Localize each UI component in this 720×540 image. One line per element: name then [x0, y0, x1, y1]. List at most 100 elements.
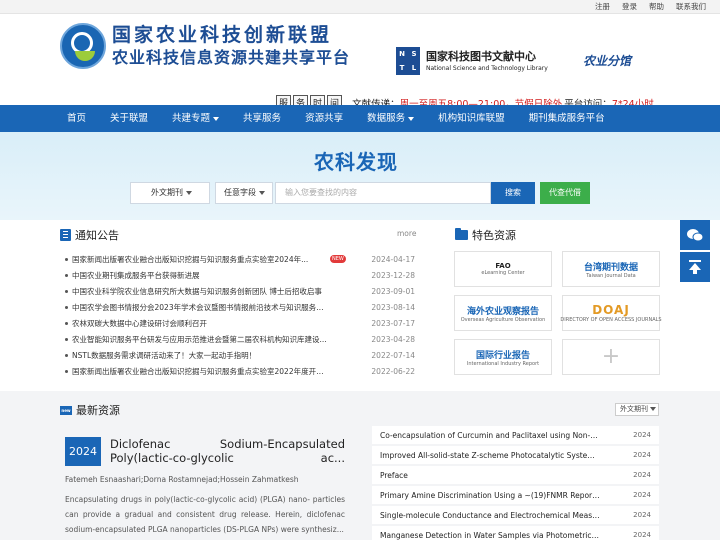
nav-label: 共建专题: [172, 113, 211, 124]
notice-text[interactable]: 国家新闻出版署农业融合出版知识挖掘与知识服务重点实验室2022年度开放...: [72, 366, 327, 377]
paper-title[interactable]: Manganese Detection in Water Samples via…: [380, 531, 600, 540]
contact-link[interactable]: 联系我们: [676, 0, 706, 13]
site-title-line2: 农业科技信息资源共建共享平台: [112, 48, 351, 67]
card-sub: DIRECTORY OF OPEN ACCESS JOURNALS: [560, 317, 662, 323]
paper-year: 2024: [633, 451, 651, 459]
chevron-down-icon: [650, 407, 656, 411]
card-sub: eLearning Center: [481, 270, 525, 276]
paper-title[interactable]: Single-molecule Conductance and Electroc…: [380, 511, 600, 520]
notice-date: 2022-06-22: [371, 366, 415, 376]
alliance-logo-icon[interactable]: [60, 23, 106, 69]
paper-year: 2024: [633, 471, 651, 479]
nav-home[interactable]: 首页: [0, 105, 98, 132]
feature-section-title: 特色资源: [455, 227, 516, 243]
list-item[interactable]: 农林双碳大数据中心建设研讨会顺利召开 2023-07-17: [65, 315, 415, 331]
taiwan-journal-card[interactable]: 台湾期刊数据 Taiwan Journal Data: [562, 251, 660, 287]
fao-card[interactable]: FAO eLearning Center: [454, 251, 552, 287]
nav-topics[interactable]: 共建专题: [160, 105, 231, 132]
notice-text[interactable]: 农林双碳大数据中心建设研讨会顺利召开: [72, 318, 327, 329]
type-select[interactable]: 外文期刊: [130, 182, 210, 204]
nav-repository[interactable]: 机构知识库联盟: [426, 105, 517, 132]
notice-text[interactable]: NSTL数据服务需求调研活动来了！大家一起动手指明！: [72, 350, 327, 361]
paper-title[interactable]: Improved All-solid-state Z-scheme Photoc…: [380, 451, 600, 460]
paper-title[interactable]: Co-encapsulation of Curcumin and Paclita…: [380, 431, 600, 440]
folder-icon: [455, 228, 468, 240]
nav-data-service[interactable]: 数据服务: [355, 105, 426, 132]
nav-journal-platform[interactable]: 期刊集成服务平台: [517, 105, 617, 132]
list-item[interactable]: Single-molecule Conductance and Electroc…: [372, 506, 659, 524]
notice-text[interactable]: 中国农业科学院农业信息研究所大数据与知识服务创新团队 博士后招收启事: [72, 286, 327, 297]
nstl-branch: 农业分馆: [583, 54, 632, 68]
notice-text[interactable]: 国家新闻出版署农业融合出版知识挖掘与知识服务重点实验室2024年...: [72, 254, 327, 265]
list-item[interactable]: Manganese Detection in Water Samples via…: [372, 526, 659, 540]
floating-panel: [680, 220, 710, 284]
list-item[interactable]: NSTL数据服务需求调研活动来了！大家一起动手指明！ 2022-07-14: [65, 347, 415, 363]
list-item[interactable]: 中国农业期刊集成服务平台获得新进展 2023-12-28: [65, 267, 415, 283]
wechat-icon[interactable]: [680, 220, 710, 250]
register-link[interactable]: 注册: [595, 0, 610, 13]
site-title-line1: 国家农业科技创新联盟: [112, 24, 333, 46]
main-nav: 首页 关于联盟 共建专题 共享服务 资源共享 数据服务 机构知识库联盟 期刊集成…: [0, 105, 720, 132]
list-item[interactable]: Preface 2024: [372, 466, 659, 484]
latest-section-title: new 最新资源: [60, 402, 120, 418]
notice-more-link[interactable]: more: [397, 229, 416, 238]
list-item[interactable]: 中国农学会图书情报分会2023年学术会议暨图书情报前沿技术与知识服务研... 20…: [65, 299, 415, 315]
nav-label: 关于联盟: [110, 113, 149, 124]
latest-list: Co-encapsulation of Curcumin and Paclita…: [372, 426, 659, 540]
list-item[interactable]: 中国农业科学院农业信息研究所大数据与知识服务创新团队 博士后招收启事 2023-0…: [65, 283, 415, 299]
filter-value: 外文期刊: [620, 405, 648, 413]
card-sub: Overseas Agriculture Observation: [460, 316, 546, 323]
list-item[interactable]: Improved All-solid-state Z-scheme Photoc…: [372, 446, 659, 464]
paper-title[interactable]: Primary Amine Discrimination Using a ~(1…: [380, 491, 600, 500]
list-item[interactable]: 国家新闻出版署农业融合出版知识挖掘与知识服务重点实验室2024年... NEW 20…: [65, 251, 415, 267]
featured-authors: Fatemeh Esnaashari;Dorna Rostamnejad;Hos…: [65, 475, 299, 484]
notice-list: 国家新闻出版署农业融合出版知识挖掘与知识服务重点实验室2024年... NEW 20…: [65, 251, 415, 379]
chevron-down-icon: [213, 116, 220, 121]
doaj-card[interactable]: DOAJ DIRECTORY OF OPEN ACCESS JOURNALS: [560, 295, 662, 331]
featured-year: 2024: [65, 437, 101, 466]
search-input[interactable]: 输入您要查找的内容: [275, 182, 491, 204]
list-item[interactable]: 国家新闻出版署农业融合出版知识挖掘与知识服务重点实验室2022年度开放... 20…: [65, 363, 415, 379]
list-item[interactable]: Primary Amine Discrimination Using a ~(1…: [372, 486, 659, 504]
field-select[interactable]: 任意字段: [215, 182, 273, 204]
back-to-top-icon[interactable]: [680, 252, 710, 282]
featured-title[interactable]: Diclofenac Sodium-Encapsulated Poly(lact…: [110, 437, 345, 465]
chevron-down-icon: [186, 190, 192, 195]
order-button[interactable]: 代查代借: [540, 182, 590, 204]
notice-date: 2023-12-28: [371, 270, 415, 280]
search-brand: 农科发现: [314, 150, 398, 174]
notice-text[interactable]: 中国农业期刊集成服务平台获得新进展: [72, 270, 327, 281]
help-link[interactable]: 帮助: [649, 0, 664, 13]
latest-title-text: 最新资源: [76, 404, 120, 417]
industry-report-card[interactable]: 国际行业报告 International Industry Report: [454, 339, 552, 375]
notice-date: 2023-07-17: [371, 318, 415, 328]
nav-label: 共享服务: [243, 113, 282, 124]
chevron-down-icon: [408, 116, 415, 121]
notice-date: 2023-09-01: [371, 286, 415, 296]
new-badge: NEW: [330, 255, 346, 263]
login-link[interactable]: 登录: [622, 0, 637, 13]
search-button[interactable]: 搜索: [491, 182, 535, 204]
nav-share-service[interactable]: 共享服务: [231, 105, 293, 132]
nstl-logo-icon[interactable]: N S T L: [396, 47, 420, 75]
nav-about[interactable]: 关于联盟: [98, 105, 160, 132]
paper-title[interactable]: Preface: [380, 471, 600, 480]
latest-filter-select[interactable]: 外文期刊: [615, 403, 659, 416]
paper-year: 2024: [633, 531, 651, 539]
type-select-value: 外文期刊: [151, 188, 183, 197]
notice-title-text: 通知公告: [75, 229, 119, 242]
nav-resource-share[interactable]: 资源共享: [293, 105, 355, 132]
card-main: 海外农业观察报告: [466, 306, 539, 317]
notice-text[interactable]: 中国农学会图书情报分会2023年学术会议暨图书情报前沿技术与知识服务研...: [72, 302, 327, 313]
notice-icon: [60, 229, 71, 241]
notice-text[interactable]: 农业智能知识服务平台研发与应用示范推进会暨第二届农科机构知识库建设...: [72, 334, 327, 345]
list-item[interactable]: 农业智能知识服务平台研发与应用示范推进会暨第二届农科机构知识库建设... 2023…: [65, 331, 415, 347]
list-item[interactable]: Co-encapsulation of Curcumin and Paclita…: [372, 426, 659, 444]
overseas-report-card[interactable]: 海外农业观察报告 Overseas Agriculture Observation: [454, 295, 552, 331]
card-main: 台湾期刊数据: [583, 262, 638, 273]
notice-date: 2022-07-14: [371, 350, 415, 360]
field-select-value: 任意字段: [224, 188, 256, 197]
nav-label: 首页: [67, 113, 87, 124]
more-resources-card[interactable]: +: [562, 339, 660, 375]
feature-grid: FAO eLearning Center 台湾期刊数据 Taiwan Journal…: [454, 251, 662, 375]
